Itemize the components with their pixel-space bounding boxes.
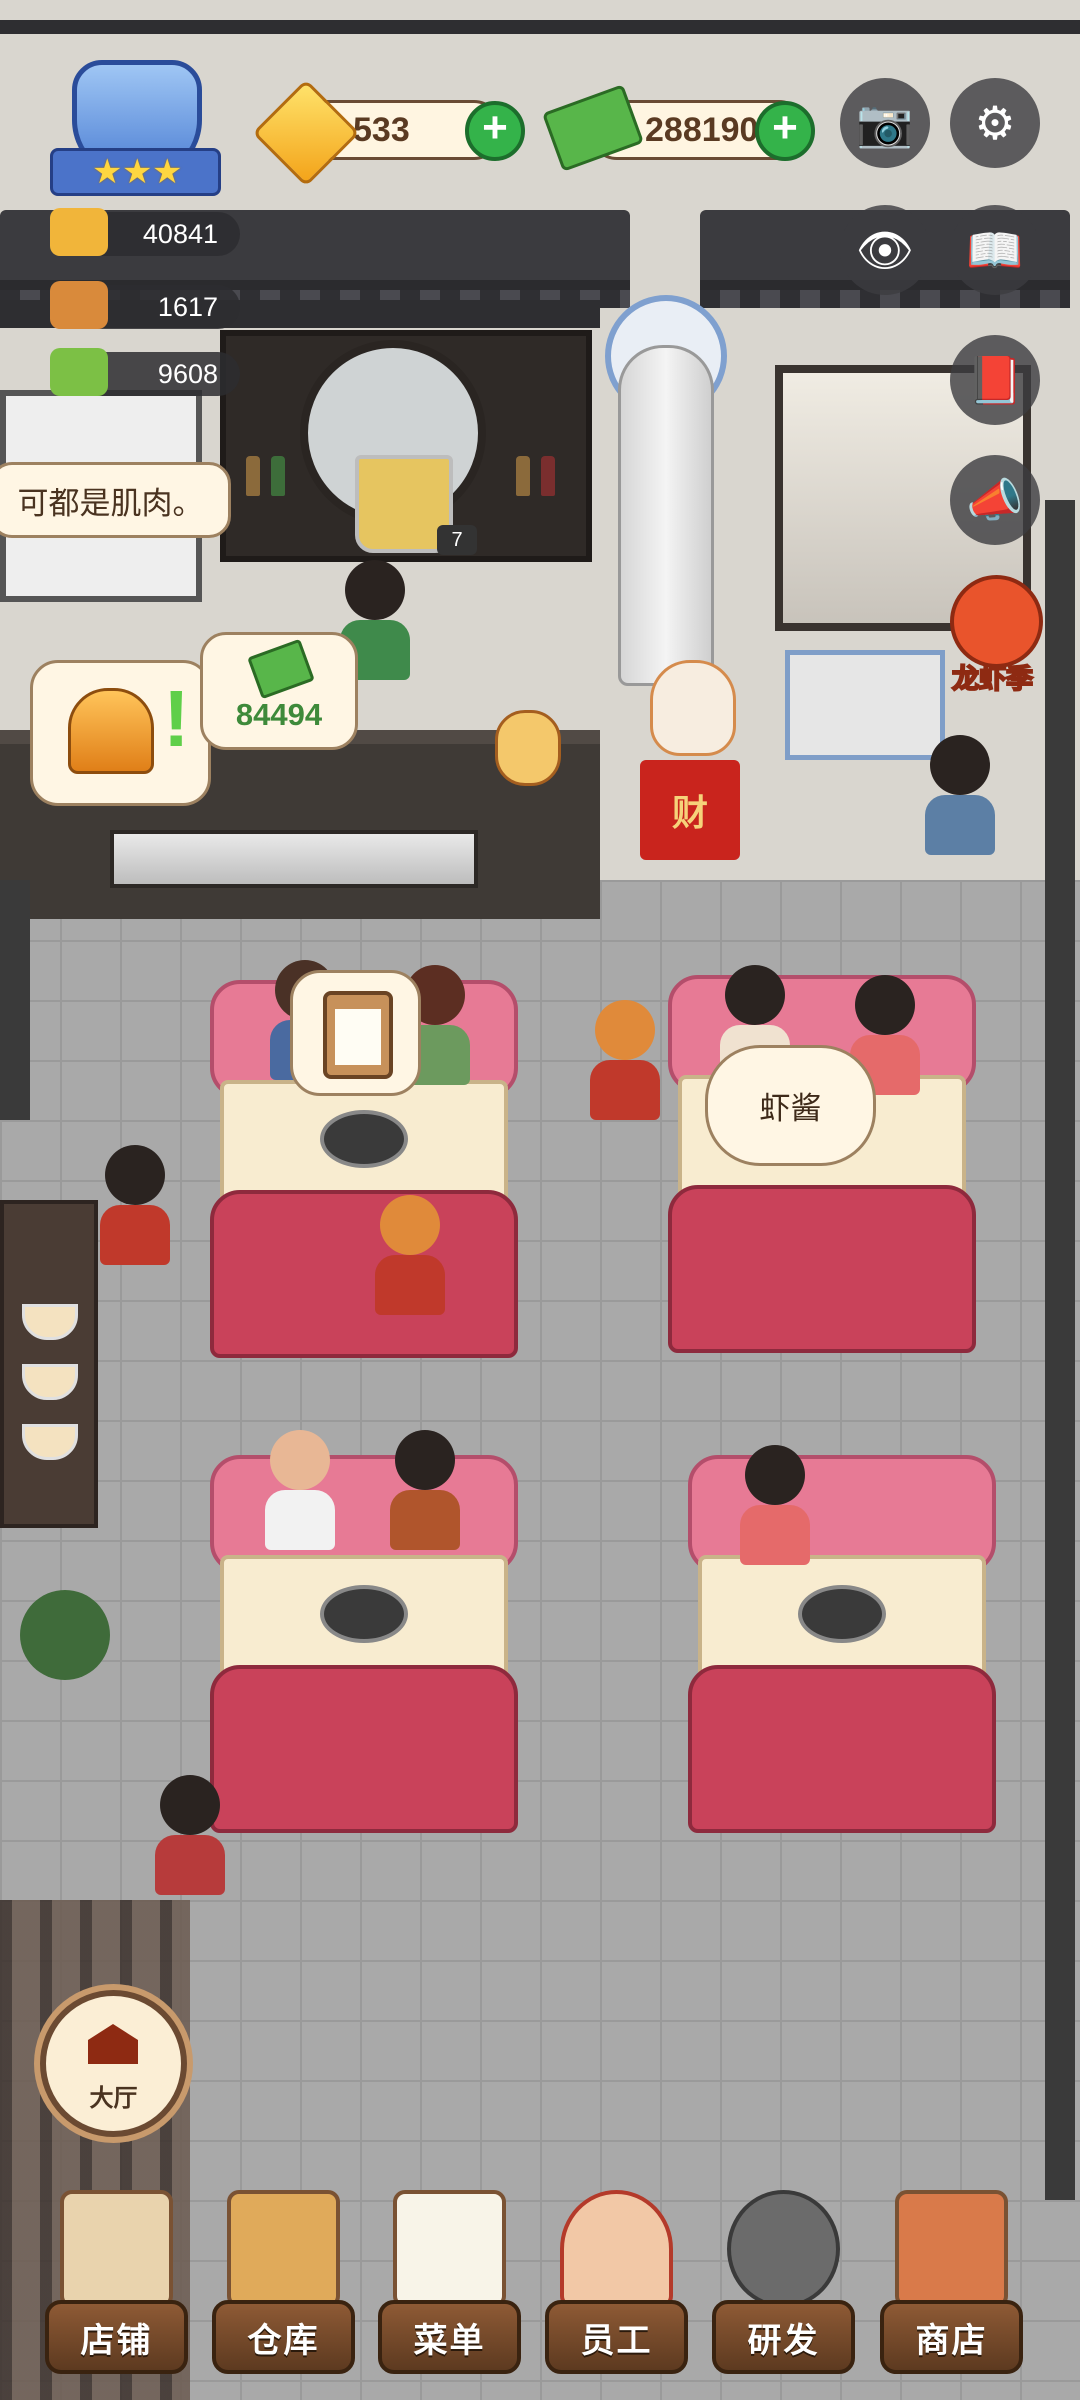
server-with-tray[interactable] [100,1145,170,1265]
gear-icon: ⚙ [974,97,1016,149]
hall-label: 大厅 [89,2085,138,2112]
nav-staff[interactable]: 员工 [545,2180,688,2400]
order-request-bubble[interactable]: 虾酱 [705,1045,876,1166]
hotpot-icon [50,208,108,256]
stat-fame: 40841 [50,208,240,256]
announcement-button[interactable]: 📣 [950,455,1040,545]
wok-icon [727,2190,840,2308]
recipe-book-button[interactable]: 📕 [950,335,1040,425]
waiter-tiger-costume[interactable] [375,1195,445,1315]
counter-income-value: 84494 [235,697,323,732]
shop-building-icon [895,2190,1008,2308]
cash-value: 288190 [645,110,759,149]
left-pillar [0,880,30,1120]
customer-speech-bubble: 可都是肌肉。 [0,462,231,538]
stat-dishes: 1617 [50,281,240,329]
camera-button[interactable]: 📷 [840,78,930,168]
air-purifier[interactable] [618,345,714,686]
tiger-figurine[interactable] [495,710,561,786]
gem-value: 533 [353,110,410,149]
help-book-button[interactable]: 📖 [950,205,1040,295]
table-2[interactable] [668,975,976,1365]
alert-icon: ! [163,674,190,763]
restaurant-level-badge[interactable]: ★ ★ ★ [50,60,221,196]
waiter-tiger-costume[interactable] [590,1000,660,1120]
condiment-counter [0,1200,98,1528]
customer [740,1445,810,1565]
cash-icon [247,638,315,700]
drink-count: 7 [437,525,477,555]
megaphone-icon: 📣 [966,473,1024,526]
ceiling-beam [0,20,1080,34]
add-gems-button[interactable]: + [465,101,525,161]
right-pillar [1045,500,1075,2200]
star-icon: ★ [152,153,183,191]
hotpot-stove [798,1585,886,1643]
customer [390,1430,460,1550]
menu-board-icon [50,348,108,396]
customer [265,1430,335,1550]
lobster-icon [950,575,1043,668]
camera-icon: 📷 [856,96,914,149]
boxes-icon [227,2190,340,2308]
nav-shop-front[interactable]: 店铺 [45,2180,188,2400]
clipboard-icon [323,991,393,1079]
view-button[interactable]: 👁 [840,205,930,295]
checklist-icon [393,2190,506,2308]
staff-member[interactable] [155,1775,225,1895]
door-mat [785,650,945,760]
nav-research[interactable]: 研发 [712,2180,855,2400]
settings-button[interactable]: ⚙ [950,78,1040,168]
hall-button[interactable]: 大厅 [40,1990,187,2137]
fortune-box[interactable]: 财 [640,760,740,860]
book-question-icon: 📖 [966,223,1024,276]
counter-landscape-panel [110,830,478,888]
star-icon: ★ [122,153,153,191]
bell-icon [68,688,154,774]
hotpot-stove [320,1585,408,1643]
service-bell-bubble[interactable]: ! [30,660,211,806]
add-cash-button[interactable]: + [755,101,815,161]
nav-menu[interactable]: 菜单 [378,2180,521,2400]
cloche-icon [50,281,108,329]
hall-icon [88,2024,138,2064]
red-book-icon: 📕 [966,353,1024,406]
hotpot-stove [320,1110,408,1168]
nav-store[interactable]: 商店 [880,2180,1023,2400]
order-clipboard-bubble[interactable] [290,970,421,1096]
event-label: 龙虾季 [951,663,1034,695]
stat-menu: 9608 [50,348,240,396]
eye-icon: 👁 [855,223,915,276]
bonsai-plant [20,1590,110,1680]
star-icon: ★ [92,153,123,191]
counter-income-bubble[interactable]: 84494 [200,632,358,750]
nav-warehouse[interactable]: 仓库 [212,2180,355,2400]
lobster-event-button[interactable]: 龙虾季 [935,575,1050,695]
chef-avatar-icon [560,2190,673,2308]
table-4[interactable] [688,1455,996,1845]
lucky-cat[interactable] [650,660,736,756]
table-3[interactable] [210,1455,518,1845]
greeter[interactable] [925,735,995,855]
storefront-icon [60,2190,173,2308]
